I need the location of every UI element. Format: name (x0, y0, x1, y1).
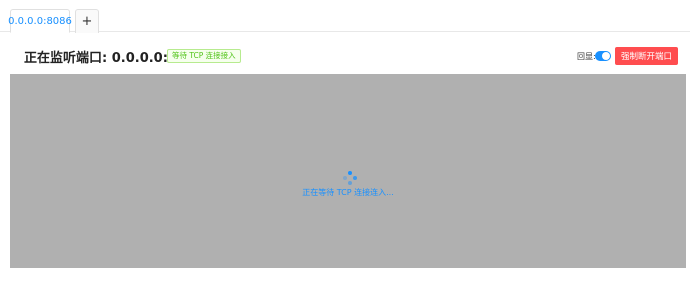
echo-toggle[interactable] (595, 51, 611, 61)
toggle-knob (602, 52, 610, 60)
listener-header: 正在监听端口: 0.0.0.0:8086 等待 TCP 连接接入 回显: 强制断… (0, 40, 690, 72)
status-badge: 等待 TCP 连接接入 (167, 49, 241, 63)
force-disconnect-button[interactable]: 强制断开端口 (615, 47, 678, 65)
terminal-panel[interactable]: 正在等待 TCP 连接连入... (10, 74, 686, 268)
tab-bar: 0.0.0.0:8086 + (0, 0, 690, 33)
tab-label: 0.0.0.0:8086 (8, 15, 72, 27)
loading-spinner-icon (343, 171, 357, 185)
plus-icon: + (81, 14, 93, 29)
loading-text: 正在等待 TCP 连接连入... (302, 188, 394, 197)
tab-port-8086[interactable]: 0.0.0.0:8086 (8, 9, 72, 33)
echo-label: 回显: (577, 52, 596, 61)
add-tab-button[interactable]: + (75, 9, 99, 33)
